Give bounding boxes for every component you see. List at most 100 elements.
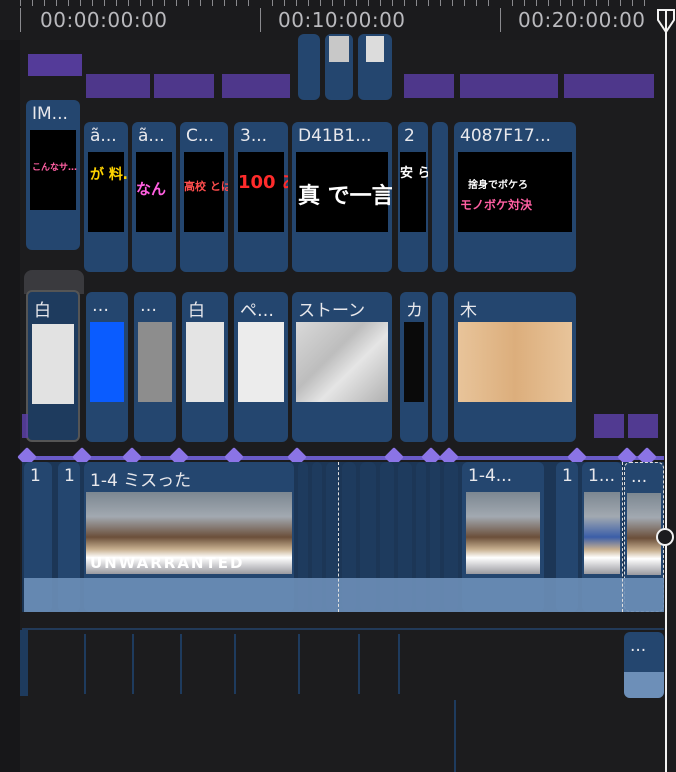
- clip-thumbnail: [138, 322, 172, 402]
- clip-title: 1...: [588, 466, 616, 486]
- clip-title: ストーン: [298, 301, 366, 321]
- clip-title: 3...: [240, 126, 268, 146]
- clip-thumbnail: が 料…: [88, 152, 128, 232]
- background-clip[interactable]: ストーン: [292, 292, 392, 442]
- track-divider: [22, 628, 664, 630]
- title-clip[interactable]: D41B1... 真 で一言: [292, 122, 392, 272]
- clip-title: 1: [30, 466, 41, 486]
- clip-title: IM...: [32, 104, 68, 124]
- background-clip[interactable]: ペ…: [234, 292, 288, 442]
- clip-edge: [180, 634, 182, 694]
- playhead-handle-icon[interactable]: [656, 8, 676, 34]
- audio-waveform[interactable]: [222, 74, 290, 98]
- clip[interactable]: [298, 34, 320, 100]
- clip[interactable]: [325, 34, 353, 100]
- clip-thumbnail: [296, 322, 388, 402]
- ruler-timecode: 00:10:00:00: [278, 8, 406, 32]
- audio-waveform[interactable]: [594, 414, 624, 438]
- clip-edge: [132, 634, 134, 694]
- background-clip[interactable]: 白: [26, 290, 80, 442]
- clip-thumbnail: 100 あった: [238, 152, 288, 232]
- clip-title: ...: [631, 467, 648, 487]
- clip-title: C...: [186, 126, 215, 146]
- audio-waveform[interactable]: [564, 74, 654, 98]
- background-clip[interactable]: [432, 292, 448, 442]
- audio-waveform[interactable]: [28, 54, 82, 76]
- title-clip[interactable]: 3... 100 あった: [234, 122, 288, 272]
- edit-point: [622, 462, 623, 612]
- clip-edge: [454, 700, 456, 772]
- clip-thumbnail: [186, 322, 224, 402]
- clip-title: 木: [460, 301, 477, 321]
- background-clip[interactable]: …: [86, 292, 128, 442]
- clip-edge: [234, 634, 236, 694]
- clip-title: 1-4...: [468, 466, 512, 486]
- clip-title: D41B1...: [298, 126, 372, 146]
- clip-title: 白: [34, 301, 51, 321]
- clip-thumbnail: [366, 36, 384, 62]
- audio-waveform[interactable]: [628, 414, 658, 438]
- clip-thumbnail: 安 ら: [400, 152, 428, 232]
- background-clip[interactable]: …: [134, 292, 176, 442]
- clip-thumbnail: こんなサ…: [30, 130, 77, 210]
- clip-edge: [358, 634, 360, 694]
- edit-point: [338, 462, 339, 612]
- background-clip[interactable]: 白: [182, 292, 228, 442]
- clip-thumbnail: なん: [136, 152, 172, 232]
- audio-waveform[interactable]: [22, 414, 28, 438]
- clip-title: 1-4 ミスった: [90, 471, 192, 491]
- title-clip[interactable]: 4087F17... 捨身でボケろ モノボケ対決: [454, 122, 576, 272]
- title-clip[interactable]: [432, 122, 448, 272]
- clip-thumbnail: 真 で一言: [296, 152, 392, 232]
- title-clip[interactable]: ã... が 料…: [84, 122, 128, 272]
- clip-title: カ: [406, 301, 423, 321]
- clip-title: 1: [562, 466, 573, 486]
- audio-waveform[interactable]: [154, 74, 214, 98]
- audio-waveform[interactable]: [86, 74, 150, 98]
- background-clip[interactable]: 木: [454, 292, 576, 442]
- clip-edge: [84, 634, 86, 694]
- clip-thumbnail: UNWARRANTED: [86, 492, 292, 574]
- title-clip[interactable]: 2 安 ら: [398, 122, 428, 272]
- clip-title: 2: [404, 126, 415, 146]
- clip-thumbnail: [458, 322, 572, 402]
- ruler-timecode: 00:20:00:00: [518, 8, 646, 32]
- clip-title: …: [92, 296, 109, 316]
- clip-edge: [298, 634, 300, 694]
- playhead-scrub-handle[interactable]: [656, 528, 674, 546]
- clip-thumbnail: [466, 492, 540, 574]
- audio-waveform[interactable]: [404, 74, 454, 98]
- lower-clip[interactable]: ...: [624, 632, 664, 698]
- clip-edge: [398, 634, 400, 694]
- clip-thumbnail: 高校 とは?: [184, 152, 228, 232]
- background-clip[interactable]: カ: [400, 292, 428, 442]
- ruler-timecode: 00:00:00:00: [40, 8, 168, 32]
- title-clip[interactable]: ã... なん: [132, 122, 176, 272]
- clip-title: ペ…: [240, 301, 274, 321]
- clip[interactable]: [358, 34, 392, 100]
- clip-title: ...: [630, 636, 647, 656]
- track-gutter: [0, 40, 20, 772]
- clip-thumbnail: [32, 324, 74, 404]
- clip-audio-waveform: [624, 672, 664, 698]
- clip-title: 4087F17...: [460, 126, 551, 146]
- clip-title: 1: [64, 466, 75, 486]
- clip-title: ã...: [138, 126, 165, 146]
- audio-waveform[interactable]: [460, 74, 558, 98]
- ruler-major-tick: [20, 8, 21, 32]
- clip-audio-waveform[interactable]: [24, 578, 664, 612]
- lower-clip-edge: [20, 630, 28, 696]
- clip-thumbnail: [238, 322, 284, 402]
- clip-title: ã...: [90, 126, 117, 146]
- title-clip[interactable]: IM... こんなサ…: [26, 100, 80, 250]
- title-clip[interactable]: C... 高校 とは?: [180, 122, 228, 272]
- clip-thumbnail: [90, 322, 124, 402]
- clip-thumbnail: [584, 492, 620, 574]
- clip-thumbnail: [404, 322, 424, 402]
- playhead-line[interactable]: [665, 10, 667, 772]
- ruler-major-tick: [260, 8, 261, 32]
- clip-thumbnail: [329, 36, 349, 62]
- clip-title: 白: [188, 301, 205, 321]
- clip-thumbnail: 捨身でボケろ モノボケ対決: [458, 152, 572, 232]
- ruler-major-tick: [500, 8, 501, 32]
